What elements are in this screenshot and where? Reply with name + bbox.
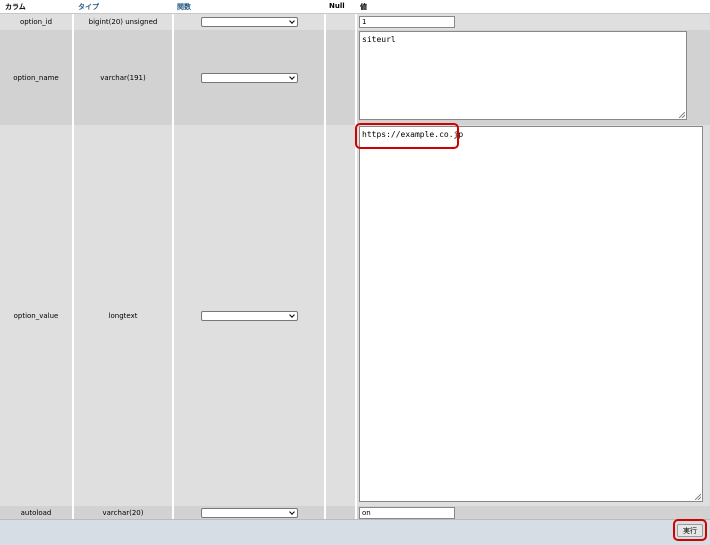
type-header[interactable]: タイプ	[78, 2, 99, 12]
null-cell	[326, 30, 355, 125]
table-row-option-name: option_name varchar(191) siteurl	[0, 30, 710, 125]
value-textarea[interactable]: https://example.co.jp	[359, 126, 703, 502]
value-highlight	[355, 123, 459, 149]
column-name: option_value	[13, 311, 59, 320]
column-header[interactable]: カラム	[5, 2, 26, 12]
column-name: autoload	[20, 509, 52, 517]
value-input[interactable]: on	[359, 507, 455, 519]
null-header: Null	[329, 2, 345, 10]
column-type: bigint(20) unsigned	[88, 18, 158, 26]
function-select[interactable]	[200, 17, 298, 27]
table-row-option-value: option_value longtext https://example.co…	[0, 125, 710, 506]
null-cell	[326, 14, 355, 30]
column-name: option_id	[19, 18, 53, 26]
table-row-autoload: autoload varchar(20) on	[0, 506, 710, 520]
column-type: varchar(191)	[100, 73, 146, 82]
value-textarea[interactable]: siteurl	[359, 31, 687, 120]
function-header[interactable]: 関数	[177, 2, 191, 12]
resize-grip-icon[interactable]	[679, 112, 685, 118]
column-name: option_name	[13, 73, 59, 82]
table-row-option-id: option_id bigint(20) unsigned 1	[0, 14, 710, 30]
function-select[interactable]	[200, 508, 298, 518]
resize-grip-icon[interactable]	[695, 494, 701, 500]
function-select[interactable]	[200, 310, 298, 321]
null-cell	[326, 125, 355, 506]
value-header: 値	[360, 3, 367, 11]
value-input[interactable]: 1	[359, 16, 455, 28]
footer-bar	[0, 519, 710, 545]
value-text: siteurl	[362, 35, 396, 44]
column-type: varchar(20)	[102, 509, 144, 517]
table-header: カラム タイプ 関数 Null 値	[0, 0, 710, 14]
function-select[interactable]	[200, 72, 298, 83]
column-type: longtext	[108, 311, 138, 320]
go-button-highlight	[673, 519, 707, 541]
null-cell	[326, 506, 355, 520]
